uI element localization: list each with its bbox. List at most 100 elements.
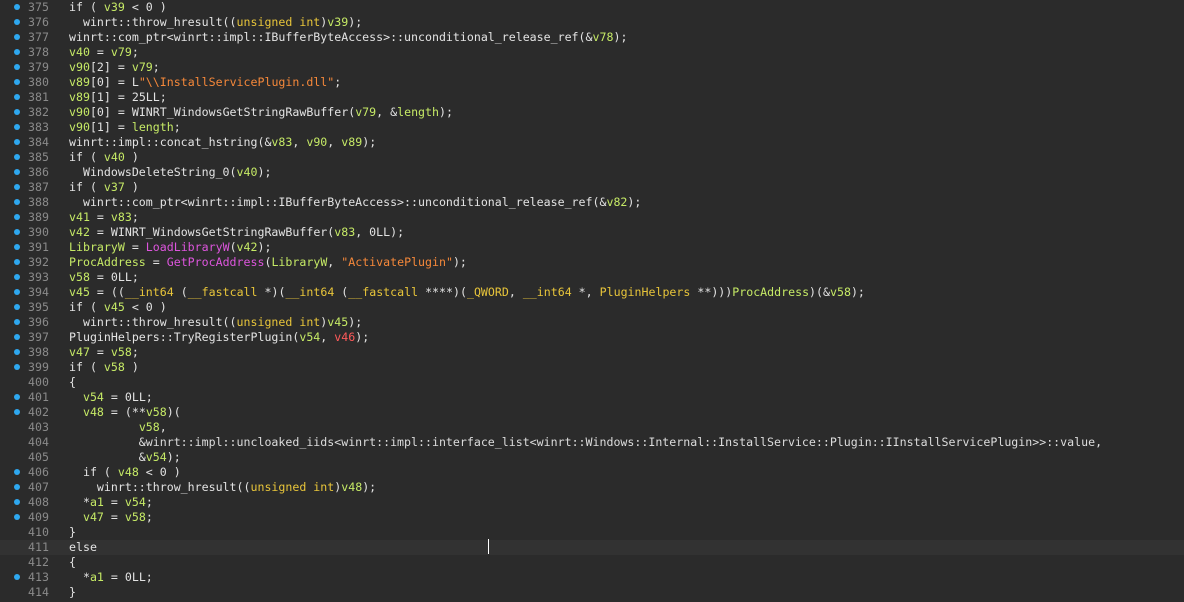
- breakpoint-dot-icon[interactable]: [14, 4, 20, 10]
- code-token: v90: [69, 105, 90, 119]
- line-number: 380: [28, 75, 49, 89]
- breakpoint-dot-icon[interactable]: [14, 109, 20, 115]
- code-line[interactable]: 412 {: [0, 555, 1184, 570]
- code-text: &v54);: [69, 450, 181, 465]
- code-line[interactable]: 393 v58 = 0LL;: [0, 270, 1184, 285]
- breakpoint-dot-icon[interactable]: [14, 229, 20, 235]
- code-token: ;: [152, 60, 160, 74]
- line-number: 402: [28, 405, 49, 419]
- code-token: v90: [69, 60, 90, 74]
- code-line[interactable]: 383 v90[1] = length;: [0, 120, 1184, 135]
- breakpoint-dot-icon[interactable]: [14, 94, 20, 100]
- code-line[interactable]: 391 LibraryW = LoadLibraryW(v42);: [0, 240, 1184, 255]
- code-line[interactable]: 406 if ( v48 < 0 ): [0, 465, 1184, 480]
- code-line[interactable]: 377 winrt::com_ptr<winrt::impl::IBufferBy…: [0, 30, 1184, 45]
- code-token: =: [89, 210, 111, 224]
- pseudocode-editor[interactable]: 375 if ( v39 < 0 ) 376 winrt::throw_hresul…: [0, 0, 1184, 602]
- code-line[interactable]: 380 v89[0] = L"\\InstallServicePlugin.dll…: [0, 75, 1184, 90]
- code-line[interactable]: 410}: [0, 525, 1184, 540]
- breakpoint-dot-icon[interactable]: [14, 169, 20, 175]
- code-line[interactable]: 401 v54 = 0LL;: [0, 390, 1184, 405]
- breakpoint-dot-icon[interactable]: [14, 349, 20, 355]
- code-token: {: [69, 375, 76, 389]
- code-line[interactable]: 378 v40 = v79;: [0, 45, 1184, 60]
- code-line[interactable]: 385 if ( v40 ): [0, 150, 1184, 165]
- breakpoint-dot-icon[interactable]: [14, 409, 20, 415]
- line-number: 392: [28, 255, 49, 269]
- breakpoint-dot-icon[interactable]: [14, 139, 20, 145]
- code-line[interactable]: 395 if ( v45 < 0 ): [0, 300, 1184, 315]
- code-line[interactable]: 388 winrt::com_ptr<winrt::impl::IBufferB…: [0, 195, 1184, 210]
- code-line[interactable]: 382 v90[0] = WINRT_WindowsGetStringRawBuf…: [0, 105, 1184, 120]
- breakpoint-dot-icon[interactable]: [14, 124, 20, 130]
- code-token: if (: [69, 300, 104, 314]
- line-number: 385: [28, 150, 49, 164]
- breakpoint-dot-icon[interactable]: [14, 514, 20, 520]
- breakpoint-dot-icon[interactable]: [14, 364, 20, 370]
- code-line[interactable]: 408 *a1 = v54;: [0, 495, 1184, 510]
- breakpoint-dot-icon[interactable]: [14, 574, 20, 580]
- breakpoint-dot-icon[interactable]: [14, 319, 20, 325]
- code-line[interactable]: 394 v45 = ((__int64 (__fastcall *)(__int6…: [0, 285, 1184, 300]
- breakpoint-dot-icon[interactable]: [14, 244, 20, 250]
- breakpoint-dot-icon[interactable]: [14, 259, 20, 265]
- code-line[interactable]: 403 v58,: [0, 420, 1184, 435]
- code-line[interactable]: 414}: [0, 585, 1184, 600]
- code-line[interactable]: 397 PluginHelpers::TryRegisterPlugin(v54,…: [0, 330, 1184, 345]
- code-line[interactable]: 399 if ( v58 ): [0, 360, 1184, 375]
- code-line[interactable]: 379 v90[2] = v79;: [0, 60, 1184, 75]
- code-line[interactable]: 405 &v54);: [0, 450, 1184, 465]
- code-token: = (**: [103, 405, 146, 419]
- breakpoint-dot-icon[interactable]: [14, 184, 20, 190]
- code-line[interactable]: 402 v48 = (**v58)(: [0, 405, 1184, 420]
- code-token: v45: [327, 315, 349, 329]
- code-token: unsigned int: [250, 480, 335, 494]
- breakpoint-dot-icon[interactable]: [14, 289, 20, 295]
- breakpoint-dot-icon[interactable]: [14, 304, 20, 310]
- breakpoint-dot-icon[interactable]: [14, 469, 20, 475]
- code-line[interactable]: 400 {: [0, 375, 1184, 390]
- line-number: 399: [28, 360, 49, 374]
- breakpoint-dot-icon[interactable]: [14, 79, 20, 85]
- code-token: v54: [124, 495, 146, 509]
- breakpoint-dot-icon[interactable]: [14, 49, 20, 55]
- code-token: if (: [69, 180, 104, 194]
- code-line[interactable]: 375 if ( v39 < 0 ): [0, 0, 1184, 15]
- code-line[interactable]: 389 v41 = v83;: [0, 210, 1184, 225]
- breakpoint-dot-icon[interactable]: [14, 19, 20, 25]
- code-line[interactable]: 411 else: [0, 540, 1184, 555]
- code-line[interactable]: 390 v42 = WINRT_WindowsGetStringRawBuffer…: [0, 225, 1184, 240]
- code-token: (: [334, 285, 349, 299]
- code-line[interactable]: 398 v47 = v58;: [0, 345, 1184, 360]
- breakpoint-dot-icon[interactable]: [14, 154, 20, 160]
- code-line[interactable]: 404 &winrt::impl::uncloaked_iids<winrt::…: [0, 435, 1184, 450]
- code-text: v48 = (**v58)(: [69, 405, 181, 420]
- code-token: v79: [131, 60, 153, 74]
- code-line[interactable]: 396 winrt::throw_hresult((unsigned int)v…: [0, 315, 1184, 330]
- line-number: 406: [28, 465, 49, 479]
- code-line[interactable]: 387 if ( v37 ): [0, 180, 1184, 195]
- breakpoint-dot-icon[interactable]: [14, 214, 20, 220]
- breakpoint-dot-icon[interactable]: [14, 274, 20, 280]
- breakpoint-dot-icon[interactable]: [14, 484, 20, 490]
- code-token: ,: [508, 285, 523, 299]
- code-line[interactable]: 376 winrt::throw_hresult((unsigned int)v…: [0, 15, 1184, 30]
- breakpoint-dot-icon[interactable]: [14, 334, 20, 340]
- code-line[interactable]: 413 *a1 = 0LL;: [0, 570, 1184, 585]
- breakpoint-dot-icon[interactable]: [14, 64, 20, 70]
- code-line[interactable]: 384 winrt::impl::concat_hstring(&v83, v90…: [0, 135, 1184, 150]
- breakpoint-dot-icon[interactable]: [14, 34, 20, 40]
- code-line[interactable]: 381 v89[1] = 25LL;: [0, 90, 1184, 105]
- code-token: winrt::com_ptr<winrt::impl::IBufferByteA…: [69, 30, 593, 44]
- code-line[interactable]: 407 winrt::throw_hresult((unsigned int)v…: [0, 480, 1184, 495]
- code-text: winrt::throw_hresult((unsigned int)v39);: [69, 15, 362, 30]
- code-line[interactable]: 386 WindowsDeleteString_0(v40);: [0, 165, 1184, 180]
- breakpoint-dot-icon[interactable]: [14, 394, 20, 400]
- breakpoint-dot-icon[interactable]: [14, 199, 20, 205]
- code-token: ): [124, 150, 139, 164]
- code-line[interactable]: 392 ProcAddress = GetProcAddress(LibraryW…: [0, 255, 1184, 270]
- line-number: 389: [28, 210, 49, 224]
- code-line[interactable]: 409 v47 = v58;: [0, 510, 1184, 525]
- breakpoint-dot-icon[interactable]: [14, 499, 20, 505]
